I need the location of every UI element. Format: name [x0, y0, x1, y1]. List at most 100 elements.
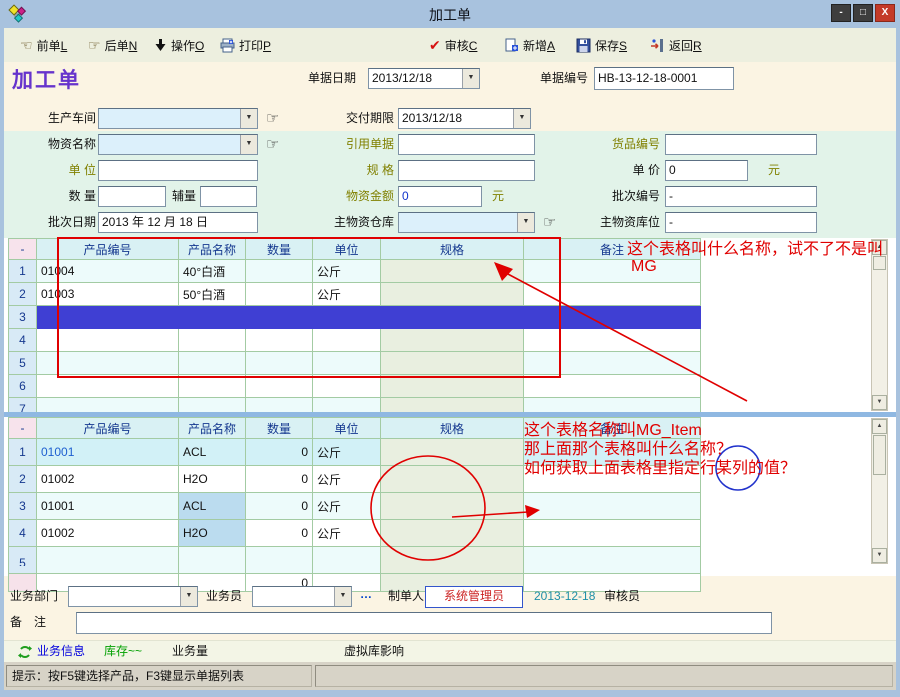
- close-button[interactable]: X: [875, 4, 895, 22]
- cell-spec[interactable]: [381, 283, 524, 306]
- cell-unit[interactable]: 公斤: [313, 439, 381, 466]
- ref-doc-input[interactable]: [398, 134, 535, 155]
- chevron-down-icon[interactable]: ▼: [240, 109, 257, 128]
- cell-qty[interactable]: [246, 260, 313, 283]
- row-number[interactable]: 6: [9, 375, 37, 398]
- minimize-button[interactable]: -: [831, 4, 851, 22]
- deliver-date-combobox[interactable]: 2013/12/18 ▼: [398, 108, 531, 129]
- aux-qty-input[interactable]: [200, 186, 257, 207]
- row-number[interactable]: 1: [9, 260, 37, 283]
- cell-spec[interactable]: [381, 520, 524, 547]
- table1-scrollbar[interactable]: ▲ ▼: [871, 239, 888, 411]
- cell-product-code[interactable]: 01001: [37, 439, 179, 466]
- spec-input[interactable]: [398, 160, 535, 181]
- cell-unit[interactable]: 公斤: [313, 520, 381, 547]
- cell-qty[interactable]: [246, 283, 313, 306]
- printer-icon: [220, 38, 235, 53]
- cell-product-name[interactable]: H2O: [179, 520, 246, 547]
- print-button[interactable]: 打印P: [220, 34, 271, 56]
- return-button[interactable]: 返回R: [650, 34, 702, 56]
- cell-spec[interactable]: [381, 439, 524, 466]
- unit-price-input[interactable]: 0: [665, 160, 748, 181]
- cell-spec[interactable]: [381, 260, 524, 283]
- goods-no-input[interactable]: [665, 134, 817, 155]
- cell-spec[interactable]: [381, 493, 524, 520]
- row-number[interactable]: 3: [9, 306, 37, 329]
- scrollbar-thumb[interactable]: [873, 256, 886, 270]
- cell-note[interactable]: [524, 520, 701, 547]
- main-location-input[interactable]: -: [665, 212, 817, 233]
- clerk-combobox[interactable]: ▼: [252, 586, 352, 607]
- cell-product-code[interactable]: 01002: [37, 466, 179, 493]
- cell-unit[interactable]: 公斤: [313, 260, 381, 283]
- row-number[interactable]: 2: [9, 466, 37, 493]
- cell-product-name[interactable]: ACL: [179, 439, 246, 466]
- doc-no-input[interactable]: HB-13-12-18-0001: [594, 67, 734, 90]
- chevron-down-icon[interactable]: ▼: [513, 109, 530, 128]
- cell-product-name[interactable]: H2O: [179, 466, 246, 493]
- batch-no-input[interactable]: -: [665, 186, 817, 207]
- row-number[interactable]: 4: [9, 520, 37, 547]
- cell-note[interactable]: [524, 439, 701, 466]
- dept-combobox[interactable]: ▼: [68, 586, 198, 607]
- chevron-down-icon[interactable]: ▼: [180, 587, 197, 606]
- prev-doc-button[interactable]: ☜ 前单L: [20, 34, 67, 56]
- cell-product-name[interactable]: 50°白酒: [179, 283, 246, 306]
- material-name-combobox[interactable]: ▼: [98, 134, 258, 155]
- cell-unit[interactable]: 公斤: [313, 466, 381, 493]
- cell-product-name[interactable]: 40°白酒: [179, 260, 246, 283]
- scrollbar-thumb[interactable]: [873, 435, 886, 475]
- unit-input[interactable]: [98, 160, 258, 181]
- cell-unit[interactable]: 公斤: [313, 283, 381, 306]
- next-doc-button[interactable]: ☞ 后单N: [88, 34, 137, 56]
- table2-scrollbar[interactable]: ▲ ▼: [871, 418, 888, 564]
- audit-button[interactable]: ✔ 审核C: [429, 34, 477, 56]
- cell-qty[interactable]: 0: [246, 520, 313, 547]
- main-warehouse-combobox[interactable]: ▼: [398, 212, 535, 233]
- note-input[interactable]: [76, 612, 772, 634]
- infobar-item-business-info[interactable]: 业务信息: [37, 641, 97, 662]
- workshop-lookup-finger-icon[interactable]: ☞: [266, 109, 279, 127]
- save-button[interactable]: 保存S: [576, 34, 627, 56]
- row-number[interactable]: 4: [9, 329, 37, 352]
- new-button[interactable]: 新增A: [504, 34, 555, 56]
- chevron-down-icon[interactable]: ▼: [517, 213, 534, 232]
- cell-product-code[interactable]: 01003: [37, 283, 179, 306]
- cell-note[interactable]: [524, 493, 701, 520]
- unit-label: 单 位: [8, 160, 96, 181]
- cell-product-code[interactable]: 01001: [37, 493, 179, 520]
- cell-product-code[interactable]: 01002: [37, 520, 179, 547]
- cell-unit[interactable]: 公斤: [313, 493, 381, 520]
- cell-qty[interactable]: 0: [246, 466, 313, 493]
- cell-note[interactable]: [524, 260, 701, 283]
- cell-qty[interactable]: 0: [246, 439, 313, 466]
- column-header: 产品名称: [179, 239, 246, 260]
- cell-note[interactable]: [524, 466, 701, 493]
- cell-qty[interactable]: 0: [246, 493, 313, 520]
- row-number[interactable]: 1: [9, 439, 37, 466]
- refresh-icon[interactable]: [18, 645, 32, 659]
- chevron-down-icon[interactable]: ▼: [462, 69, 479, 88]
- cell-product-code[interactable]: 01004: [37, 260, 179, 283]
- cell-spec[interactable]: [381, 466, 524, 493]
- workshop-combobox[interactable]: ▼: [98, 108, 258, 129]
- chevron-down-icon[interactable]: ▼: [240, 135, 257, 154]
- maximize-button[interactable]: □: [853, 4, 873, 22]
- row-number[interactable]: 3: [9, 493, 37, 520]
- chevron-down-icon[interactable]: ▼: [334, 587, 351, 606]
- material-lookup-finger-icon[interactable]: ☞: [266, 135, 279, 153]
- cell-product-name[interactable]: ACL: [179, 493, 246, 520]
- scroll-down-icon[interactable]: ▼: [872, 548, 887, 563]
- cell-note[interactable]: [524, 283, 701, 306]
- scroll-up-icon[interactable]: ▲: [872, 240, 887, 255]
- browse-dots-button[interactable]: …: [360, 584, 378, 605]
- doc-date-combobox[interactable]: 2013/12/18 ▼: [368, 68, 480, 89]
- scroll-up-icon[interactable]: ▲: [872, 419, 887, 434]
- row-number[interactable]: 5: [9, 352, 37, 375]
- batch-date-input[interactable]: 2013 年 12 月 18 日: [98, 212, 258, 233]
- row-number[interactable]: 2: [9, 283, 37, 306]
- operate-button[interactable]: 操作O: [154, 34, 204, 56]
- amount-input[interactable]: 0: [398, 186, 482, 207]
- qty-input[interactable]: [98, 186, 166, 207]
- scroll-down-icon[interactable]: ▼: [872, 395, 887, 410]
